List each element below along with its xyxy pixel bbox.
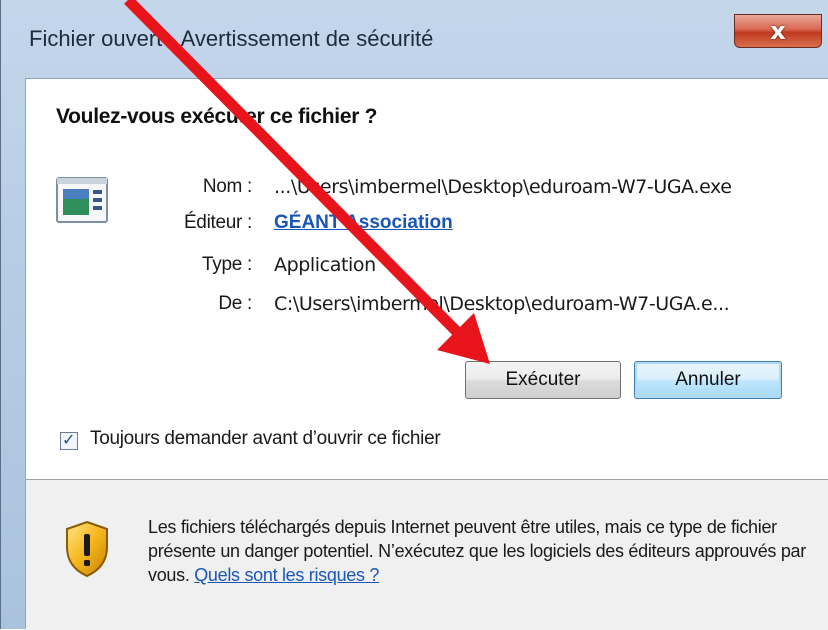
run-button[interactable]: Exécuter (465, 361, 621, 399)
risks-link[interactable]: Quels sont les risques ? (194, 565, 379, 585)
title-bar[interactable]: Fichier ouvert - Avertissement de sécuri… (1, 0, 828, 80)
always-ask-label[interactable]: Toujours demander avant d’ouvrir ce fich… (90, 428, 441, 450)
warning-footer: Les fichiers téléchargés depuis Internet… (26, 480, 828, 630)
warning-text: Les fichiers téléchargés depuis Internet… (148, 515, 818, 587)
publisher-link[interactable]: GÉANT Association (274, 212, 453, 234)
field-value-from: C:\Users\imbermel\Desktop\eduroam-W7-UGA… (274, 293, 730, 315)
field-value-name: ...\Users\imbermel\Desktop\eduroam-W7-UG… (274, 176, 732, 198)
field-label-publisher: Éditeur : (183, 212, 252, 233)
dialog-window: Fichier ouvert - Avertissement de sécuri… (0, 0, 828, 630)
field-value-type: Application (274, 254, 376, 276)
shield-warning-icon (66, 520, 108, 578)
checkmark-icon: ✓ (62, 430, 76, 449)
dialog-question: Voulez-vous exécuter ce fichier ? (56, 105, 378, 128)
window-title: Fichier ouvert - Avertissement de sécuri… (29, 26, 434, 51)
close-button[interactable]: x (734, 14, 822, 48)
cancel-button[interactable]: Annuler (634, 361, 782, 399)
always-ask-checkbox[interactable]: ✓ (60, 430, 78, 450)
close-icon: x (770, 17, 786, 45)
field-label-from: De : (218, 293, 252, 314)
field-label-type: Type : (202, 254, 252, 275)
field-label-name: Nom : (202, 176, 252, 197)
dialog-content: Voulez-vous exécuter ce fichier ? Nom : … (25, 78, 828, 630)
